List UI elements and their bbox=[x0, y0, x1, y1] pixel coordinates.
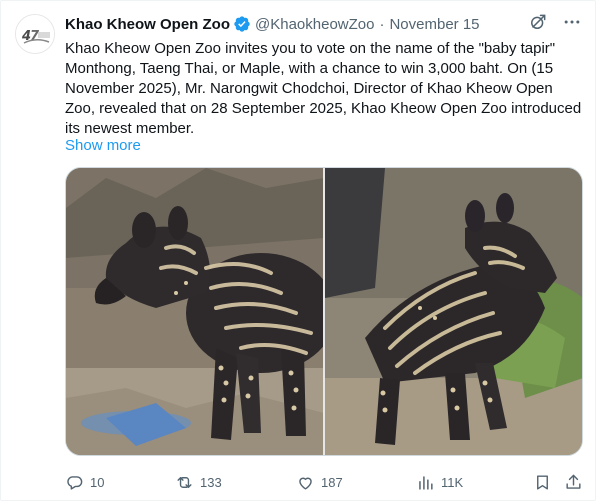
views-button[interactable]: 11K bbox=[416, 473, 463, 492]
post-header: Khao Kheow Open Zoo @KhaokheowZoo · Nove… bbox=[65, 14, 480, 34]
action-bar: 10 133 187 11K bbox=[65, 469, 585, 495]
repost-icon bbox=[177, 476, 192, 488]
bookmark-icon bbox=[537, 474, 548, 490]
verified-badge-icon[interactable] bbox=[233, 15, 251, 33]
tapir-photo-left[interactable] bbox=[66, 168, 323, 455]
avatar[interactable]: 4 7 bbox=[15, 14, 55, 54]
tapir-photo-right[interactable] bbox=[325, 168, 582, 455]
post-card[interactable]: 4 7 Khao Kheow Open Zoo @KhaokheowZoo · … bbox=[0, 0, 596, 501]
reply-button[interactable]: 10 bbox=[65, 473, 104, 492]
repost-count: 133 bbox=[200, 474, 222, 490]
share-button[interactable] bbox=[564, 473, 583, 492]
reply-icon bbox=[67, 475, 83, 490]
views-icon bbox=[419, 475, 433, 490]
zoo-logo-icon: 4 7 bbox=[16, 15, 54, 53]
media-grid bbox=[65, 167, 583, 456]
header-actions bbox=[527, 11, 583, 33]
bookmark-button[interactable] bbox=[533, 473, 552, 492]
author-handle[interactable]: @KhaokheowZoo bbox=[255, 16, 374, 33]
views-count: 11K bbox=[441, 474, 464, 490]
author-name[interactable]: Khao Kheow Open Zoo bbox=[65, 16, 230, 33]
post-date[interactable]: November 15 bbox=[389, 16, 479, 33]
share-icon bbox=[566, 474, 581, 489]
like-count: 187 bbox=[321, 474, 343, 490]
more-icon[interactable] bbox=[561, 11, 583, 33]
reply-count: 10 bbox=[90, 474, 105, 490]
grok-icon[interactable] bbox=[527, 11, 549, 33]
repost-button[interactable]: 133 bbox=[175, 473, 222, 492]
post-text: Khao Kheow Open Zoo invites you to vote … bbox=[65, 40, 582, 137]
like-icon bbox=[299, 477, 312, 490]
like-button[interactable]: 187 bbox=[296, 473, 343, 492]
show-more-link[interactable]: Show more bbox=[65, 136, 141, 156]
separator-dot: · bbox=[379, 15, 385, 33]
